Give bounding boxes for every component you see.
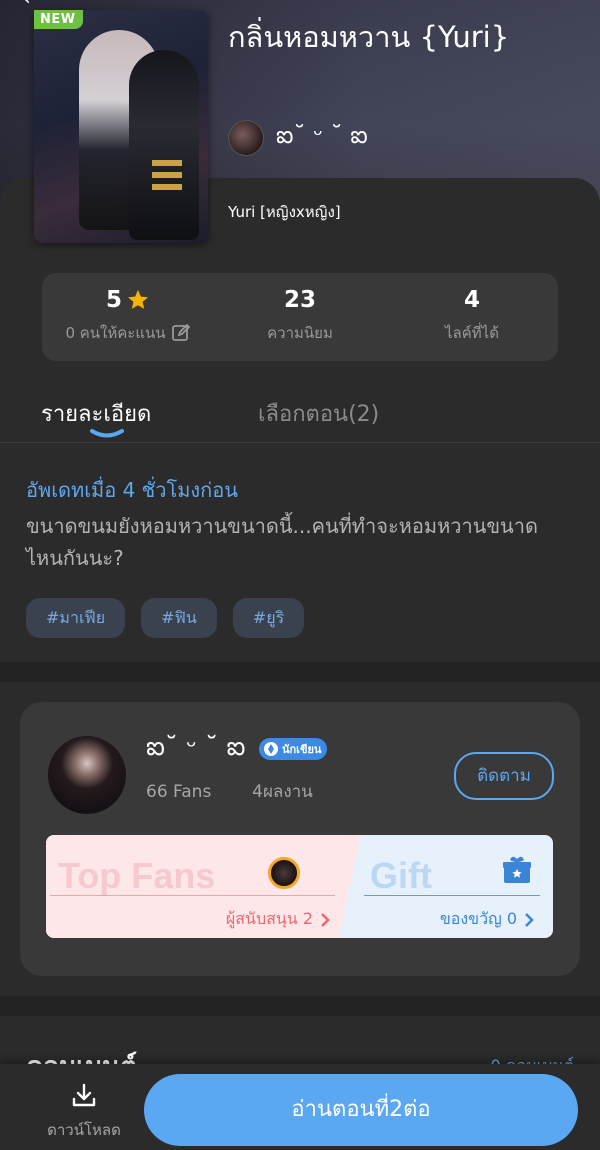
writer-badge: นักเขียน [259, 738, 328, 760]
stats-panel: 5 0 คนให้คะแนน 23 ความนิยม 4 ไลค์ที่ได้ [42, 273, 558, 361]
follow-button[interactable]: ติดตาม [454, 752, 554, 800]
author-avatar[interactable] [48, 736, 126, 814]
tag-list: #มาเฟีย #ฟิน #ยูริ [26, 598, 305, 638]
tab-details[interactable]: รายละเอียด [41, 396, 151, 431]
likes-value: 4 [463, 287, 480, 313]
story-cover-image [34, 10, 208, 243]
popularity-value: 23 [283, 287, 316, 313]
new-badge: NEW [34, 10, 83, 29]
writer-badge-label: นักเขียน [282, 743, 322, 756]
download-label: ดาวน์โหลด [47, 1121, 121, 1139]
tab-active-indicator [90, 429, 124, 438]
top-fans-divider [50, 895, 335, 896]
tab-episodes[interactable]: เลือกตอน(2) [258, 396, 379, 431]
top-fans-word: Top Fans [58, 855, 216, 896]
gift-word: Gift [370, 855, 432, 896]
download-icon [72, 1083, 96, 1107]
stat-popularity: 23 ความนิยม [214, 273, 386, 361]
star-icon [128, 290, 148, 309]
story-description: ขนาดขนมยังหอมหวานขนาดนี้...คนที่ทำจะหอมห… [26, 514, 538, 570]
author-name[interactable]: ఐ˘ ᵕ ˘ ఐ [146, 732, 245, 768]
likes-label: ไลค์ที่ได้ [445, 324, 499, 342]
read-next-episode-button[interactable]: อ่านตอนที่2ต่อ [144, 1074, 578, 1146]
chevron-right-icon [321, 912, 330, 927]
author-name-small[interactable]: ఐ˘ ᵕ ˘ ఐ [276, 121, 368, 155]
bottom-action-bar: ดาวน์โหลด อ่านตอนที่2ต่อ [0, 1064, 600, 1150]
stat-rating[interactable]: 5 0 คนให้คะแนน [42, 273, 214, 361]
pen-nib-icon [264, 742, 278, 756]
author-stats: 66 Fans 4ผลงาน [146, 778, 313, 805]
gifts-link[interactable]: ของขวัญ 0 [440, 907, 535, 932]
genre-label: Yuri [หญิงxหญิง] [228, 203, 341, 221]
author-card: ఐ˘ ᵕ ˘ ఐ นักเขียน 66 Fans 4ผลงาน ติดตาม … [20, 702, 580, 976]
gift-divider [364, 895, 540, 896]
tag-chip[interactable]: #มาเฟีย [26, 598, 126, 638]
top-fan-avatar [268, 857, 300, 889]
popularity-label: ความนิยม [267, 324, 333, 342]
section-divider [0, 996, 600, 1016]
tag-chip[interactable]: #ยูริ [232, 598, 305, 638]
edit-icon[interactable] [171, 323, 191, 343]
author-row[interactable]: ఐ˘ ᵕ ˘ ఐ [228, 120, 368, 156]
author-avatar-small[interactable] [228, 120, 264, 156]
fans-count: 66 Fans [146, 782, 212, 802]
gifts-label: ของขวัญ 0 [439, 909, 517, 928]
chevron-right-icon [525, 912, 534, 927]
rating-label: 0 คนให้คะแนน [65, 324, 166, 342]
stat-likes: 4 ไลค์ที่ได้ [386, 273, 558, 361]
supporters-label: ผู้สนับสนุน 2 [225, 909, 313, 928]
story-title: กลิ่นหอมหวาน {Yuri} [228, 20, 510, 54]
tag-chip[interactable]: #ฟิน [141, 598, 217, 638]
gift-box-icon [503, 856, 531, 883]
section-divider [0, 662, 600, 682]
back-arrow-icon[interactable]: ‹ [22, 0, 42, 11]
support-panel: Top Fans ผู้สนับสนุน 2 Gift ของขวัญ 0 [46, 835, 553, 938]
works-count: 4ผลงาน [252, 782, 313, 802]
download-button[interactable]: ดาวน์โหลด [40, 1082, 128, 1142]
update-time: อัพเดทเมื่อ 4 ชั่วโมงก่อน [26, 478, 238, 502]
supporters-link[interactable]: ผู้สนับสนุน 2 [226, 907, 331, 932]
tab-bar: รายละเอียด เลือกตอน(2) [0, 390, 600, 443]
rating-value: 5 [105, 287, 122, 313]
